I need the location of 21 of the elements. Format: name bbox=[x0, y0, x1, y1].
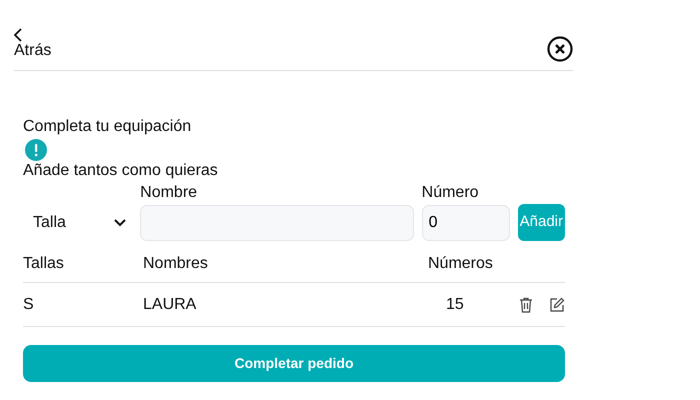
subtitle: Añade tantos como quieras bbox=[23, 161, 219, 181]
size-select[interactable]: Talla bbox=[23, 205, 132, 241]
edit-icon[interactable] bbox=[549, 296, 565, 312]
trash-icon[interactable] bbox=[519, 296, 533, 312]
column-header: Números bbox=[428, 254, 493, 272]
number-field[interactable]: 0 bbox=[422, 205, 510, 241]
exclamation-icon bbox=[25, 139, 47, 161]
field-label: Nombre bbox=[140, 183, 198, 203]
name-field[interactable] bbox=[140, 205, 414, 241]
close-icon bbox=[547, 36, 573, 62]
chevron-left-icon bbox=[14, 28, 22, 42]
back-button[interactable]: Atrás bbox=[14, 28, 52, 60]
close-button[interactable] bbox=[547, 36, 573, 62]
table-cell: S bbox=[23, 296, 34, 312]
field-label: Número bbox=[422, 183, 480, 203]
section-title: Completa tu equipación bbox=[23, 117, 192, 137]
table-cell: LAURA bbox=[143, 296, 196, 312]
table-cell: 15 bbox=[446, 296, 464, 312]
chevron-down-icon bbox=[114, 219, 126, 227]
column-header: Nombres bbox=[143, 254, 208, 272]
column-header: Tallas bbox=[23, 254, 64, 272]
